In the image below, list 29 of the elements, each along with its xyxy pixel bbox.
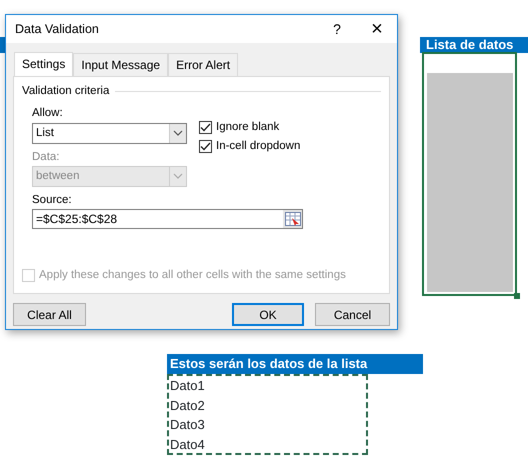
- tab[interactable]: Input Message: [73, 53, 168, 76]
- tab[interactable]: Settings: [14, 52, 74, 77]
- window-title: Data Validation: [15, 20, 100, 38]
- checkbox-label: Ignore blank: [216, 120, 280, 136]
- field-label: Source:: [32, 192, 73, 208]
- table-cell-text: Dato1: [169, 377, 206, 395]
- close-button[interactable]: ×: [357, 14, 397, 44]
- field-label: Allow:: [32, 106, 64, 122]
- table-cell-text: Dato4: [169, 436, 206, 454]
- field-label: Data:: [32, 150, 60, 164]
- chevron-down-icon: [173, 173, 183, 180]
- checkbox[interactable]: [199, 140, 212, 154]
- dropdown-field[interactable]: List: [32, 122, 187, 144]
- group-title: Validation criteria: [22, 83, 381, 100]
- tab[interactable]: Error Alert: [168, 53, 238, 76]
- chevron-down-icon: [173, 130, 183, 136]
- help-button[interactable]: ?: [317, 18, 357, 40]
- dialog-button[interactable]: Clear All: [13, 303, 86, 326]
- dialog-button[interactable]: OK: [232, 303, 304, 326]
- checkbox-label: Apply these changes to all other cells with the same settings: [39, 268, 346, 283]
- selected-cell[interactable]: [422, 52, 517, 296]
- table-cell-text: Dato3: [169, 416, 206, 434]
- checkbox-label: In-cell dropdown: [216, 139, 300, 154]
- table-cell-text: Dato2: [169, 396, 206, 414]
- dialog-button[interactable]: Cancel: [315, 303, 390, 326]
- fill-handle[interactable]: [514, 293, 520, 299]
- column-header: Lista de datos: [420, 37, 528, 53]
- checkbox[interactable]: [199, 121, 212, 134]
- column-header: Estos serán los datos de la lista: [167, 354, 423, 374]
